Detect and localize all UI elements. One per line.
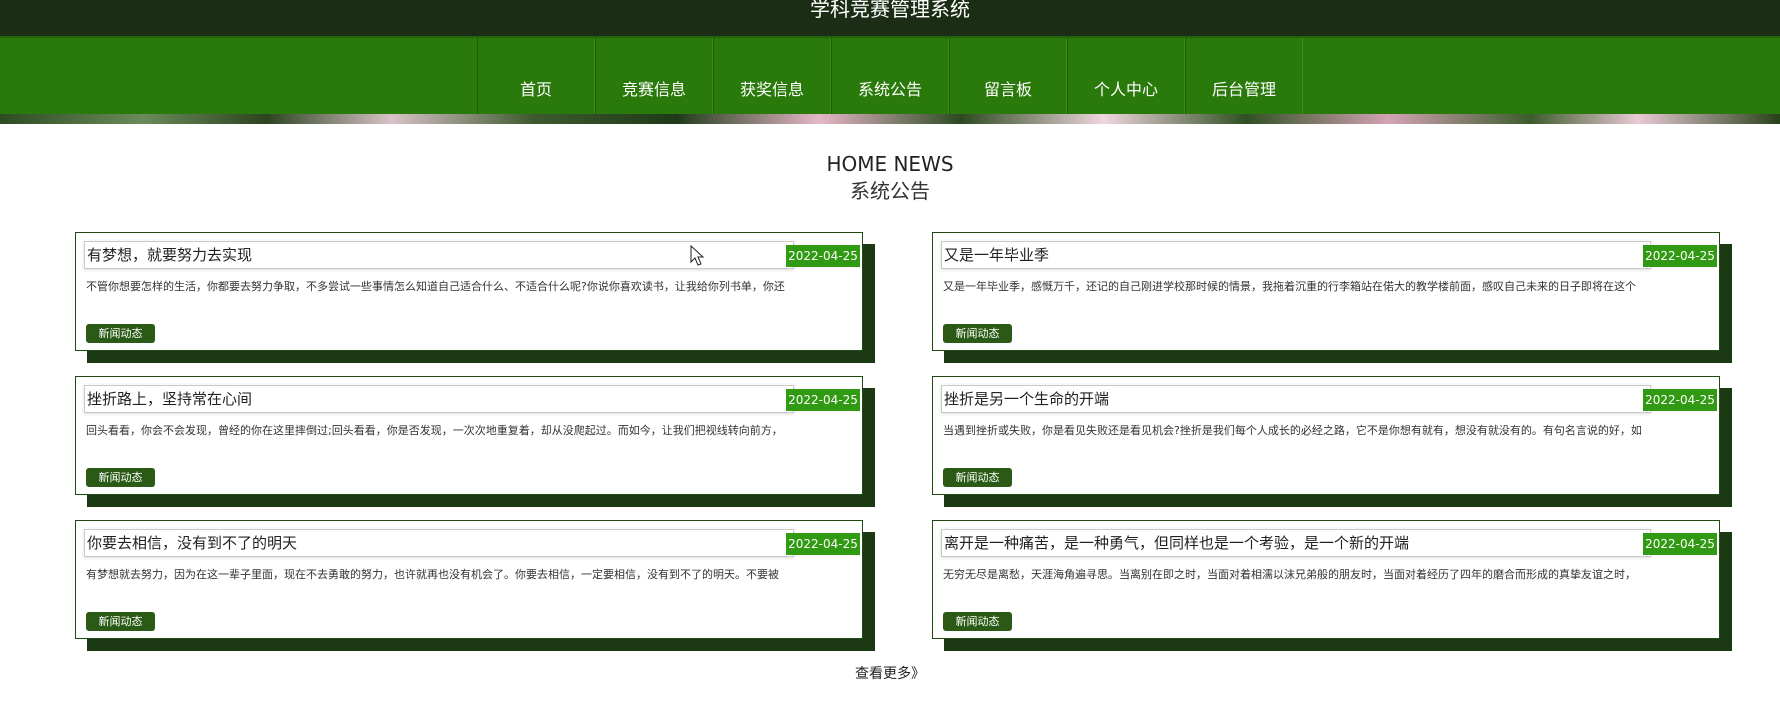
news-date: 2022-04-25 (786, 533, 860, 555)
news-excerpt: 有梦想就去努力，因为在这一辈子里面，现在不去勇敢的努力，也许就再也没有机会了。你… (86, 568, 779, 581)
news-title[interactable]: 又是一年毕业季 (941, 241, 1651, 269)
card-body: 挫折路上，坚持常在心间 2022-04-25 回头看看，你会不会发现，曾经的你在… (75, 376, 863, 495)
news-excerpt: 不管你想要怎样的生活，你都要去努力争取，不多尝试一些事情怎么知道自己适合什么、不… (86, 280, 785, 293)
news-excerpt: 无穷无尽是离愁，天涯海角遍寻思。当离别在即之时，当面对着相濡以沫兄弟般的朋友时，… (943, 568, 1636, 581)
news-title[interactable]: 有梦想，就要努力去实现 (84, 241, 794, 269)
card-body: 你要去相信，没有到不了的明天 2022-04-25 有梦想就去努力，因为在这一辈… (75, 520, 863, 639)
nav-item-announcements[interactable]: 系统公告 (831, 38, 949, 116)
news-title[interactable]: 挫折路上，坚持常在心间 (84, 385, 794, 413)
news-date: 2022-04-25 (1643, 389, 1717, 411)
news-title[interactable]: 离开是一种痛苦，是一种勇气，但同样也是一个考验，是一个新的开端 (941, 529, 1651, 557)
news-date: 2022-04-25 (1643, 533, 1717, 555)
news-card[interactable]: 挫折是另一个生命的开端 2022-04-25 当遇到挫折或失败，你是看见失败还是… (932, 376, 1732, 507)
news-tag[interactable]: 新闻动态 (943, 324, 1012, 343)
card-body: 挫折是另一个生命的开端 2022-04-25 当遇到挫折或失败，你是看见失败还是… (932, 376, 1720, 495)
nav-item-competitions[interactable]: 竞赛信息 (595, 38, 713, 116)
mouse-cursor-icon (690, 245, 705, 266)
news-excerpt: 回头看看，你会不会发现，曾经的你在这里摔倒过;回头看看，你是否发现，一次次地重复… (86, 424, 783, 437)
news-tag[interactable]: 新闻动态 (86, 324, 155, 343)
header-bar: 学科竞赛管理系统 (0, 0, 1780, 36)
news-date: 2022-04-25 (786, 389, 860, 411)
news-tag[interactable]: 新闻动态 (86, 612, 155, 631)
news-excerpt: 当遇到挫折或失败，你是看见失败还是看见机会?挫折是我们每个人成长的必经之路，它不… (943, 424, 1642, 437)
news-card[interactable]: 有梦想，就要努力去实现 2022-04-25 不管你想要怎样的生活，你都要去努力… (75, 232, 875, 363)
card-body: 又是一年毕业季 2022-04-25 又是一年毕业季，感慨万千，还记的自己刚进学… (932, 232, 1720, 351)
section-title-cn: 系统公告 (850, 179, 930, 203)
news-title[interactable]: 你要去相信，没有到不了的明天 (84, 529, 794, 557)
section-title-en: HOME NEWS (826, 152, 954, 176)
card-body: 有梦想，就要努力去实现 2022-04-25 不管你想要怎样的生活，你都要去努力… (75, 232, 863, 351)
news-excerpt: 又是一年毕业季，感慨万千，还记的自己刚进学校那时候的情景，我拖着沉重的行李箱站在… (943, 280, 1636, 293)
card-body: 离开是一种痛苦，是一种勇气，但同样也是一个考验，是一个新的开端 2022-04-… (932, 520, 1720, 639)
news-tag[interactable]: 新闻动态 (943, 468, 1012, 487)
main-nav: 首页 竞赛信息 获奖信息 系统公告 留言板 个人中心 后台管理 (0, 36, 1780, 116)
news-tag[interactable]: 新闻动态 (943, 612, 1012, 631)
news-card[interactable]: 你要去相信，没有到不了的明天 2022-04-25 有梦想就去努力，因为在这一辈… (75, 520, 875, 651)
nav-item-home[interactable]: 首页 (477, 38, 595, 116)
news-date: 2022-04-25 (786, 245, 860, 267)
news-card[interactable]: 挫折路上，坚持常在心间 2022-04-25 回头看看，你会不会发现，曾经的你在… (75, 376, 875, 507)
news-card[interactable]: 又是一年毕业季 2022-04-25 又是一年毕业季，感慨万千，还记的自己刚进学… (932, 232, 1732, 363)
news-card[interactable]: 离开是一种痛苦，是一种勇气，但同样也是一个考验，是一个新的开端 2022-04-… (932, 520, 1732, 651)
view-more-link[interactable]: 查看更多》 (0, 663, 1780, 683)
news-date: 2022-04-25 (1643, 245, 1717, 267)
news-title[interactable]: 挫折是另一个生命的开端 (941, 385, 1651, 413)
nav-list: 首页 竞赛信息 获奖信息 系统公告 留言板 个人中心 后台管理 (477, 38, 1303, 116)
nav-item-awards[interactable]: 获奖信息 (713, 38, 831, 116)
nav-item-admin[interactable]: 后台管理 (1185, 38, 1303, 116)
banner-image (0, 114, 1780, 124)
section-header: HOME NEWS 系统公告 (0, 151, 1780, 205)
nav-item-message-board[interactable]: 留言板 (949, 38, 1067, 116)
site-title: 学科竞赛管理系统 (810, 0, 970, 21)
news-tag[interactable]: 新闻动态 (86, 468, 155, 487)
nav-item-profile[interactable]: 个人中心 (1067, 38, 1185, 116)
